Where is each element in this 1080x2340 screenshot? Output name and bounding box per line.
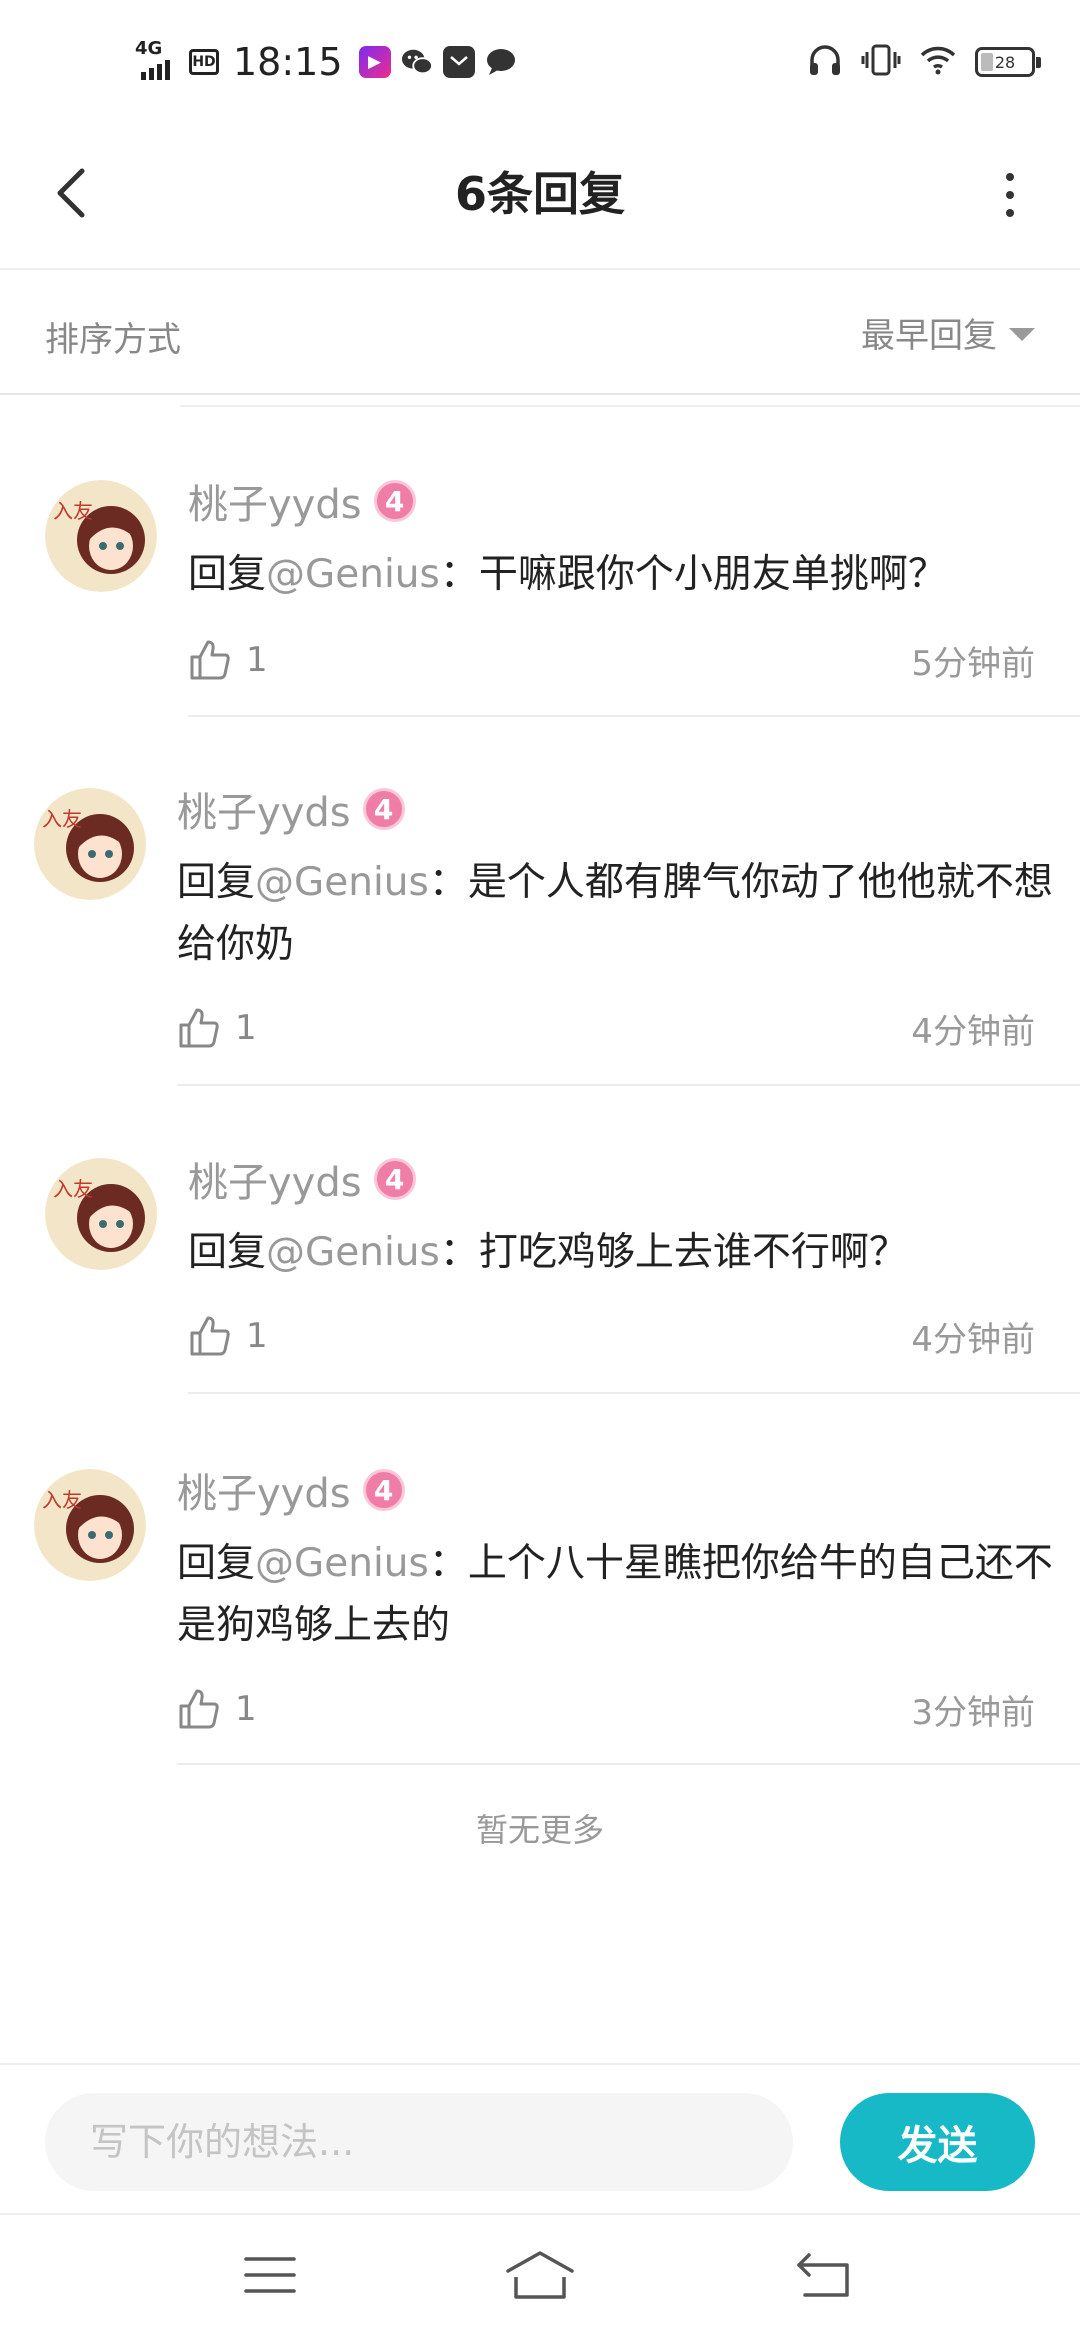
video-app-icon: ▶ [358, 46, 391, 78]
comment-text: 回复@Genius：打吃鸡够上去谁不行啊？ [188, 1222, 1080, 1284]
more-options-button[interactable] [980, 160, 1040, 230]
thumbs-up-icon [190, 1316, 230, 1356]
svg-text:入友: 入友 [53, 1177, 93, 1201]
comment-footer: 1 5分钟前 [188, 630, 1080, 690]
username: 桃子yyds [188, 1160, 362, 1206]
comment-time: 4分钟前 [911, 1011, 1035, 1052]
mention-link[interactable]: @Genius [255, 860, 429, 905]
comment-username[interactable]: 桃子yyds 4 [188, 1150, 416, 1208]
network-type: 4G [135, 38, 163, 59]
home-button[interactable] [490, 2235, 590, 2315]
comment-footer: 1 3分钟前 [177, 1679, 1080, 1739]
svg-text:入友: 入友 [53, 499, 93, 523]
comment-time: 5分钟前 [911, 643, 1035, 684]
thumbs-up-icon [179, 1008, 219, 1048]
sort-label: 排序方式 [45, 320, 181, 360]
comment-body: ：打吃鸡够上去谁不行啊？ [439, 1230, 908, 1275]
svg-text:入友: 入友 [42, 1488, 82, 1512]
battery-icon: 28 [975, 47, 1041, 77]
divider [188, 1392, 1080, 1394]
sort-dropdown[interactable]: 最早回复 [861, 308, 1035, 357]
wifi-icon [919, 45, 957, 79]
comment-username[interactable]: 桃子yyds 4 [177, 780, 405, 838]
thumbs-up-icon [190, 640, 230, 680]
back-arrow-icon [797, 2253, 849, 2297]
username: 桃子yyds [177, 1471, 351, 1517]
status-bar: 4G HD 18:15 ▶ 28 [0, 0, 1080, 120]
no-more-text: 暂无更多 [475, 1811, 604, 1849]
divider [177, 1763, 1080, 1765]
sort-selected-value: 最早回复 [861, 316, 997, 356]
avatar[interactable]: 入友 [34, 788, 146, 900]
home-icon [506, 2251, 574, 2299]
reply-prefix: 回复 [177, 1541, 256, 1586]
status-right: 28 [807, 38, 1041, 86]
menu-icon [244, 2257, 296, 2293]
reply-prefix: 回复 [188, 1230, 267, 1275]
mention-link[interactable]: @Genius [266, 1230, 440, 1275]
like-count: 1 [246, 640, 268, 680]
like-count: 1 [246, 1316, 268, 1356]
reply-input-bar: 发送 [0, 2063, 1080, 2213]
avatar[interactable]: 入友 [45, 1158, 157, 1270]
wechat-icon [400, 46, 433, 78]
send-button[interactable]: 发送 [840, 2093, 1035, 2191]
system-nav-bar [0, 2213, 1080, 2340]
level-badge: 4 [362, 1469, 405, 1511]
chat-bubble-icon [485, 46, 517, 78]
sort-bar: 排序方式 最早回复 [0, 270, 1080, 395]
comment-time: 4分钟前 [911, 1319, 1035, 1360]
mention-link[interactable]: @Genius [266, 552, 440, 597]
comment-body: ：干嘛跟你个小朋友单挑啊？ [439, 552, 947, 597]
back-nav-button[interactable] [775, 2235, 875, 2315]
avatar[interactable]: 入友 [45, 480, 157, 592]
reply-prefix: 回复 [188, 552, 267, 597]
like-button[interactable]: 1 [177, 1006, 257, 1050]
like-button[interactable]: 1 [188, 1314, 268, 1358]
menu-button[interactable] [220, 2235, 320, 2315]
signal-icon: 4G [135, 38, 179, 84]
comment-username[interactable]: 桃子yyds 4 [188, 472, 416, 530]
level-badge: 4 [362, 788, 405, 830]
comment-text: 回复@Genius：上个八十星瞧把你给牛的自己还不是狗鸡够上去的 [177, 1533, 1077, 1657]
like-count: 1 [235, 1689, 257, 1729]
vibrate-icon [861, 43, 901, 81]
battery-level: 28 [994, 52, 1016, 72]
top-app-bar: 6条回复 [0, 120, 1080, 270]
caret-down-icon [1009, 328, 1035, 341]
like-button[interactable]: 1 [188, 638, 268, 682]
mail-icon [442, 46, 475, 78]
comment-username[interactable]: 桃子yyds 4 [177, 1461, 405, 1519]
comment-text: 回复@Genius：是个人都有脾气你动了他他就不想给你奶 [177, 852, 1077, 976]
level-badge: 4 [373, 480, 416, 522]
status-left: 4G HD 18:15 ▶ [135, 34, 517, 90]
reply-input[interactable] [45, 2093, 793, 2191]
headphones-icon [807, 43, 843, 81]
page-title: 6条回复 [454, 167, 625, 221]
hd-icon: HD [189, 49, 219, 75]
username: 桃子yyds [177, 790, 351, 836]
like-count: 1 [235, 1008, 257, 1048]
divider [180, 405, 1080, 407]
comment-footer: 1 4分钟前 [188, 1306, 1080, 1366]
clock: 18:15 [233, 40, 343, 84]
reply-prefix: 回复 [177, 860, 256, 905]
like-button[interactable]: 1 [177, 1687, 257, 1731]
avatar[interactable]: 入友 [34, 1469, 146, 1581]
username: 桃子yyds [188, 482, 362, 528]
comment-time: 3分钟前 [911, 1692, 1035, 1733]
comment-footer: 1 4分钟前 [177, 998, 1080, 1058]
mention-link[interactable]: @Genius [255, 1541, 429, 1586]
level-badge: 4 [373, 1158, 416, 1200]
thumbs-up-icon [179, 1689, 219, 1729]
svg-text:入友: 入友 [42, 807, 82, 831]
divider [177, 1084, 1080, 1086]
comment-text: 回复@Genius：干嘛跟你个小朋友单挑啊？ [188, 544, 1080, 606]
divider [188, 715, 1080, 717]
